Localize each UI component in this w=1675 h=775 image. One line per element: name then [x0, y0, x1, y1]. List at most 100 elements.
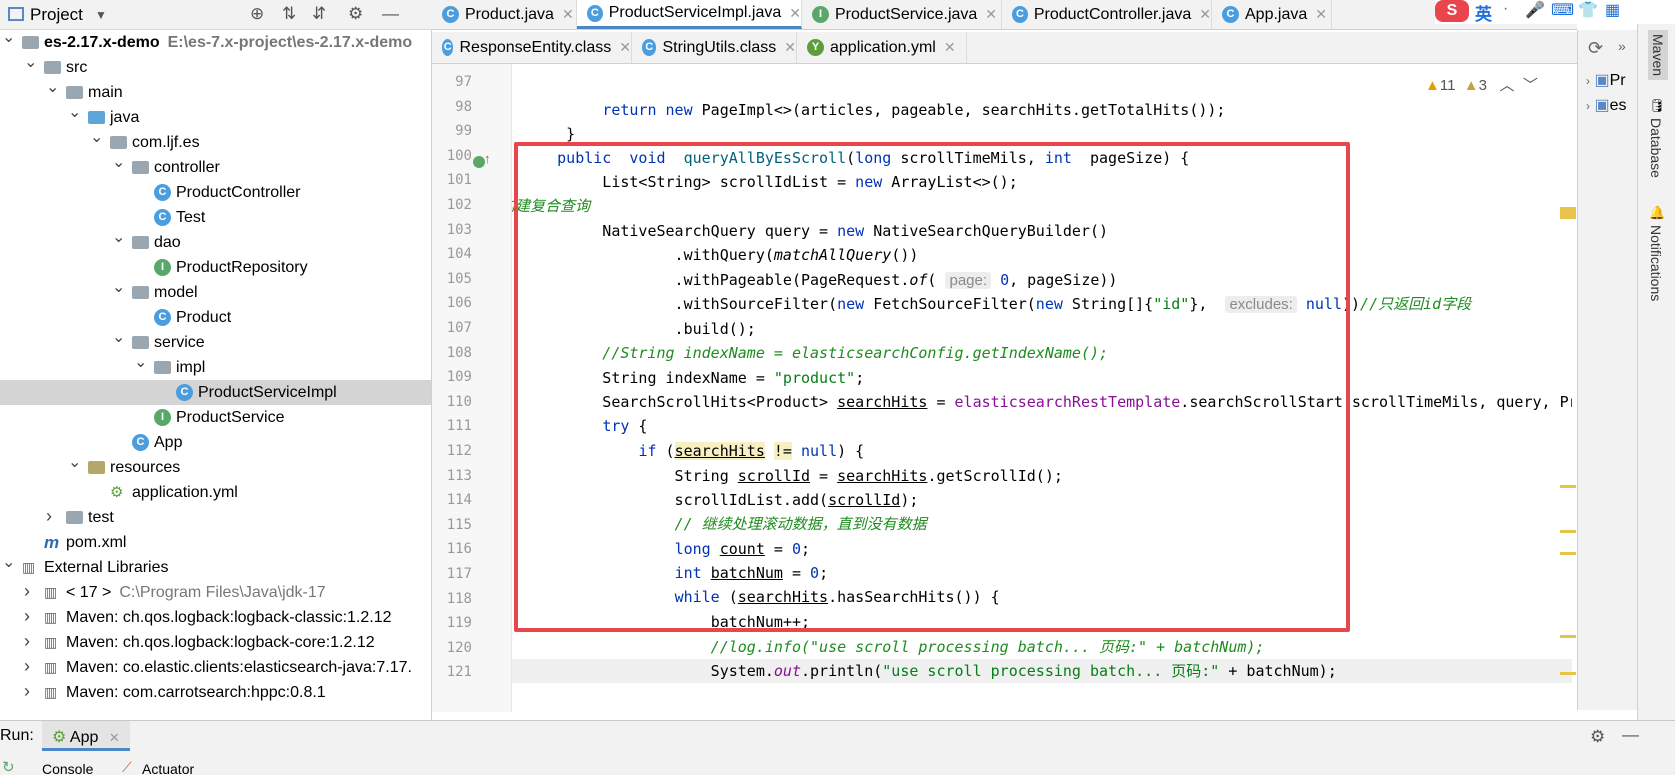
close-tab-icon[interactable]: ✕	[619, 39, 631, 56]
override-arrow-icon[interactable]: ↑	[484, 151, 491, 166]
tree-item[interactable]: ⌄ service	[0, 329, 431, 355]
tree-item[interactable]: C Test	[0, 205, 431, 230]
dropdown-chevron-icon[interactable]: ▼	[95, 8, 107, 22]
folder-icon	[44, 61, 61, 74]
error-stripe-mark[interactable]	[1560, 530, 1576, 533]
tree-item[interactable]: ⌄ es-2.17.x-demo E:\es-7.x-project\es-2.17…	[0, 30, 431, 55]
chevron-down-icon[interactable]: ⌄	[2, 550, 15, 575]
tree-item[interactable]: ⌄ dao	[0, 229, 431, 255]
grid-icon: ▦	[1605, 2, 1621, 19]
tree-item[interactable]: › test	[0, 505, 431, 530]
expand-all-icon[interactable]: ⇅	[282, 4, 296, 24]
editor-tab[interactable]: C ProductServiceImpl.java ✕	[577, 0, 802, 29]
collapse-all-icon[interactable]: ⇵	[312, 4, 326, 24]
maven-project-item[interactable]: › ▣Pr	[1586, 70, 1626, 90]
tree-item[interactable]: C ProductController	[0, 180, 431, 205]
previous-highlight-icon[interactable]: ︿	[1500, 77, 1515, 94]
inspection-widget[interactable]: ▲11 ▲3 ︿ ﹀	[1425, 74, 1538, 95]
close-tab-icon[interactable]: ✕	[789, 5, 801, 22]
chevron-right-icon[interactable]: ›	[46, 504, 52, 529]
error-stripe-mark[interactable]	[1560, 672, 1576, 675]
close-tab-icon[interactable]: ✕	[944, 39, 956, 56]
tree-item[interactable]: m pom.xml	[0, 530, 431, 555]
chevron-right-icon[interactable]: ›	[24, 604, 30, 629]
close-tab-icon[interactable]: ✕	[562, 6, 574, 23]
tree-item[interactable]: ⌄ java	[0, 104, 431, 130]
editor-tab[interactable]: C App.java ✕	[1212, 0, 1332, 29]
next-highlight-icon[interactable]: ﹀	[1523, 77, 1538, 94]
tree-item-label: com.ljf.es	[132, 134, 200, 151]
tree-item[interactable]: ⌄ model	[0, 279, 431, 305]
chevron-down-icon[interactable]: ⌄	[68, 450, 81, 475]
error-stripe-mark[interactable]	[1560, 485, 1576, 488]
gear-icon[interactable]: ⚙	[348, 4, 363, 24]
minimize-icon[interactable]: —	[382, 4, 399, 24]
maven-project-item[interactable]: › ▣es	[1586, 95, 1626, 115]
close-tab-icon[interactable]: ✕	[784, 39, 796, 56]
editor-tab[interactable]: C ProductController.java ✕	[1002, 0, 1212, 29]
error-stripe-mark[interactable]	[1560, 635, 1576, 638]
line-number: 113	[446, 467, 472, 484]
maven-side-tab[interactable]: Maven	[1648, 30, 1668, 81]
console-tab[interactable]: Console	[42, 761, 93, 775]
chevron-down-icon[interactable]: ⌄	[112, 325, 125, 350]
database-side-tab[interactable]: Database	[1648, 118, 1664, 178]
tree-item[interactable]: ⌄ ▥ External Libraries	[0, 554, 431, 580]
tree-item[interactable]: › ▥ Maven: com.carrotsearch:hppc:0.8.1	[0, 680, 431, 705]
tree-item[interactable]: ⌄ controller	[0, 154, 431, 180]
editor-tab[interactable]: I ProductService.java ✕	[802, 0, 1002, 29]
tree-item-label: src	[66, 59, 88, 76]
tree-item[interactable]: › ▥ Maven: ch.qos.logback:logback-classic:…	[0, 605, 431, 630]
editor-tab[interactable]: C ResponseEntity.class ✕	[432, 32, 632, 63]
line-number: 107	[446, 320, 472, 336]
tree-item[interactable]: ⌄ resources	[0, 454, 431, 480]
project-pane-title[interactable]: Project	[30, 5, 83, 25]
tree-item[interactable]: ⚙ application.yml	[0, 480, 431, 505]
actuator-tab[interactable]: Actuator	[142, 761, 194, 775]
minimize-icon[interactable]: —	[1622, 725, 1639, 745]
error-stripe-mark[interactable]	[1560, 207, 1576, 219]
gear-icon[interactable]: ⚙	[1590, 727, 1605, 747]
editor-tab-label: App.java	[1245, 5, 1308, 23]
spring-class-icon: C	[132, 434, 149, 451]
chevron-down-icon[interactable]: ⌄	[46, 75, 59, 100]
close-tab-icon[interactable]: ✕	[1199, 6, 1211, 23]
chevron-down-icon[interactable]: ⌄	[112, 225, 125, 250]
tree-item[interactable]: ⌄ src	[0, 54, 431, 80]
tree-item[interactable]: I ProductRepository	[0, 255, 431, 280]
locate-icon[interactable]: ⊕	[250, 4, 264, 24]
chevron-down-icon[interactable]: ⌄	[68, 100, 81, 125]
close-tab-icon[interactable]: ✕	[985, 6, 997, 23]
tree-item[interactable]: ⌄ com.ljf.es	[0, 129, 431, 155]
notifications-side-tab[interactable]: Notifications	[1648, 225, 1664, 301]
chevron-down-icon[interactable]: ⌄	[24, 50, 37, 75]
editor-tab[interactable]: C StringUtils.class ✕	[632, 32, 797, 63]
chevron-down-icon[interactable]: ⌄	[2, 30, 15, 50]
tree-item[interactable]: I ProductService	[0, 405, 431, 430]
chevron-right-icon[interactable]: ›	[24, 579, 30, 604]
chevron-down-icon[interactable]: ⌄	[112, 275, 125, 300]
editor-tab[interactable]: C Product.java ✕	[432, 0, 577, 29]
tree-item[interactable]: ⌄ impl	[0, 354, 431, 380]
tree-item[interactable]: ⌄ main	[0, 79, 431, 105]
run-config-tab[interactable]: ⚙ App ✕	[42, 721, 130, 751]
tree-item[interactable]: › ▥ Maven: ch.qos.logback:logback-core:1.2…	[0, 630, 431, 655]
refresh-icon[interactable]: ⟳	[1588, 38, 1603, 59]
error-stripe-mark[interactable]	[1560, 552, 1576, 555]
collapse-panel-icon[interactable]: »	[1618, 38, 1626, 54]
chevron-down-icon[interactable]: ⌄	[90, 125, 103, 150]
tree-item[interactable]: C App	[0, 430, 431, 455]
editor-tab[interactable]: Yapplication.yml ✕	[797, 32, 967, 63]
tree-item[interactable]: › ▥ < 17 > C:\Program Files\Java\jdk-17	[0, 580, 431, 605]
chevron-right-icon[interactable]: ›	[24, 654, 30, 679]
tree-item[interactable]: › ▥ Maven: co.elastic.clients:elasticsearc…	[0, 655, 431, 680]
rerun-icon[interactable]: ↻	[2, 758, 15, 775]
close-tab-icon[interactable]: ✕	[1315, 6, 1327, 23]
chevron-down-icon[interactable]: ⌄	[112, 150, 125, 175]
chevron-right-icon[interactable]: ›	[24, 679, 30, 704]
chevron-down-icon[interactable]: ⌄	[134, 350, 147, 375]
chevron-right-icon[interactable]: ›	[24, 629, 30, 654]
close-icon[interactable]: ✕	[109, 730, 120, 745]
tree-item[interactable]: C Product	[0, 305, 431, 330]
tree-item[interactable]: C ProductServiceImpl	[0, 380, 431, 405]
